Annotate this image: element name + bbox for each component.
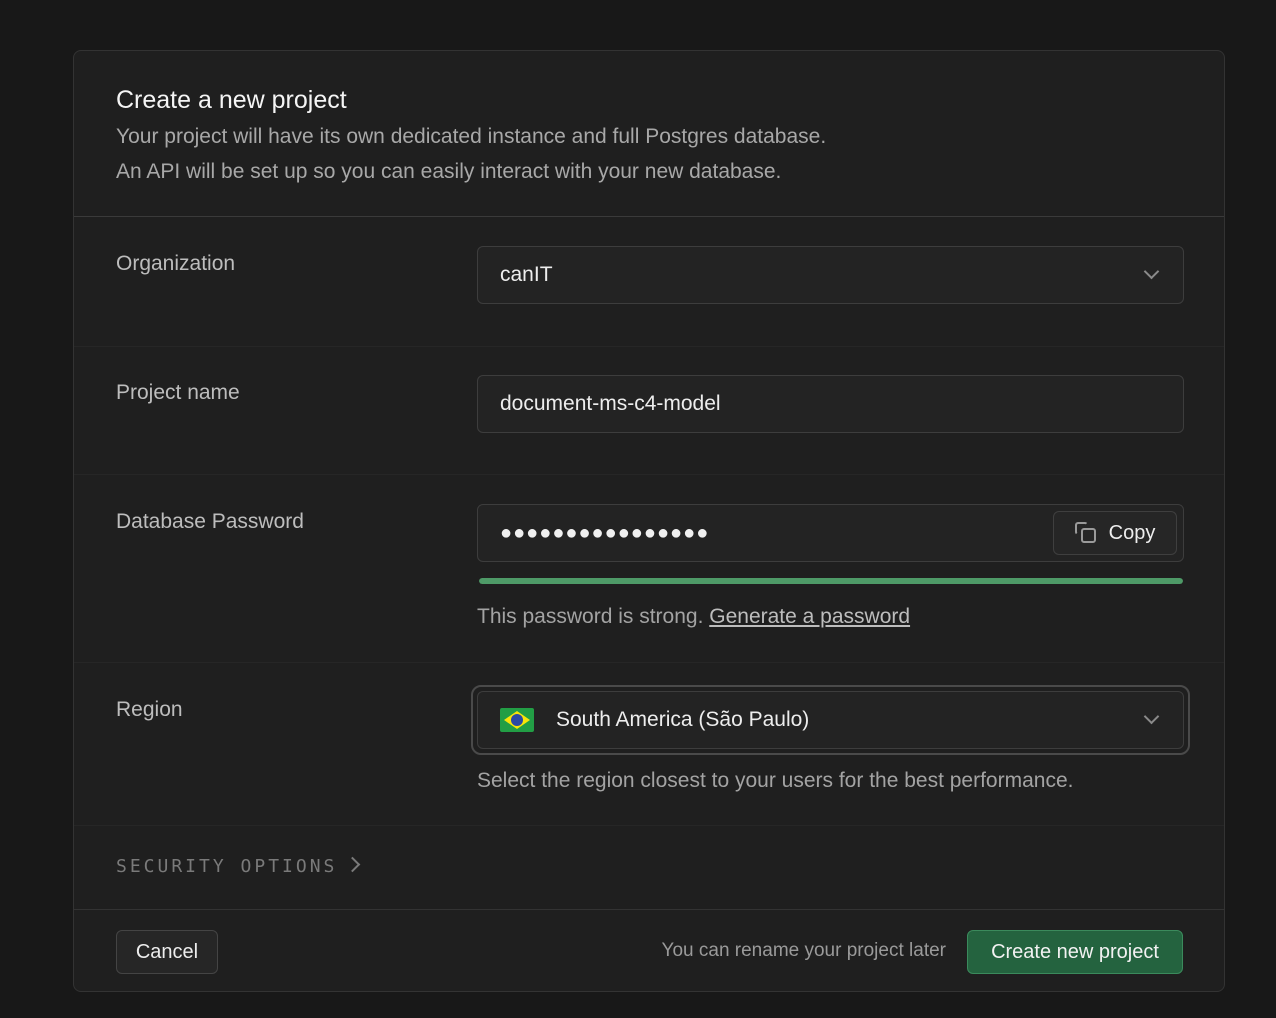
database-password-label: Database Password [116, 510, 304, 533]
rename-note: You can rename your project later [661, 940, 946, 961]
password-hint: This password is strong. Generate a pass… [477, 603, 910, 631]
copy-label: Copy [1108, 521, 1156, 544]
security-options-toggle[interactable]: SECURITY OPTIONS [116, 856, 361, 877]
card-header: Create a new project Your project will h… [74, 51, 1224, 217]
password-strength-fill [479, 578, 1183, 584]
generate-password-link[interactable]: Generate a password [709, 605, 910, 628]
database-password-row: Database Password ●●●●●●●●●●●●●●●● Copy … [74, 475, 1224, 663]
project-name-value: document-ms-c4-model [500, 392, 721, 415]
database-password-input[interactable]: ●●●●●●●●●●●●●●●● Copy [477, 504, 1184, 562]
password-strength-bar [479, 578, 1183, 584]
region-hint: Select the region closest to your users … [477, 769, 1074, 792]
organization-label: Organization [116, 252, 236, 275]
create-project-card: Create a new project Your project will h… [73, 50, 1225, 992]
project-name-label: Project name [116, 381, 240, 404]
create-project-button[interactable]: Create new project [967, 930, 1183, 974]
description: Your project will have its own dedicated… [116, 119, 1182, 189]
cancel-button[interactable]: Cancel [116, 930, 218, 974]
region-value: South America (São Paulo) [556, 708, 810, 731]
password-strength-text: This password is strong. [477, 605, 704, 628]
region-label: Region [116, 698, 183, 721]
brazil-flag-icon [500, 708, 534, 732]
page-title: Create a new project [116, 86, 347, 114]
card-footer: Cancel You can rename your project later… [74, 909, 1224, 991]
password-masked-value: ●●●●●●●●●●●●●●●● [500, 521, 710, 544]
description-line-1: Your project will have its own dedicated… [116, 125, 827, 148]
copy-icon [1074, 522, 1097, 544]
project-name-input[interactable]: document-ms-c4-model [477, 375, 1184, 433]
organization-value: canIT [500, 263, 553, 286]
organization-row: Organization canIT [74, 217, 1224, 347]
chevron-down-icon [1143, 708, 1160, 725]
security-options-label: SECURITY OPTIONS [116, 856, 338, 877]
organization-select[interactable]: canIT [477, 246, 1184, 304]
chevron-down-icon [1143, 263, 1160, 280]
project-name-row: Project name document-ms-c4-model [74, 347, 1224, 475]
chevron-right-icon [345, 856, 361, 873]
copy-password-button[interactable]: Copy [1053, 511, 1177, 555]
description-line-2: An API will be set up so you can easily … [116, 160, 782, 183]
region-select[interactable]: South America (São Paulo) [477, 691, 1184, 749]
